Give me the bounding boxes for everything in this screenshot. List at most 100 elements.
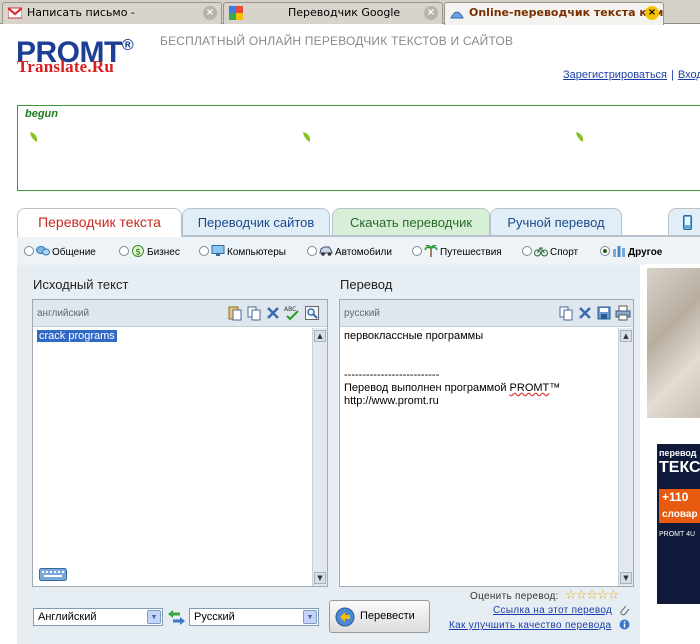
banner-photo [647, 268, 700, 418]
translate-button[interactable]: Перевести [329, 600, 430, 633]
source-title: Исходный текст [33, 277, 129, 292]
radio-button[interactable] [199, 246, 209, 256]
category-travel[interactable]: Путешествия [412, 245, 502, 259]
source-scrollbar[interactable]: ▲ ▼ [312, 328, 327, 586]
category-label: Путешествия [440, 247, 502, 258]
close-icon[interactable]: × [424, 6, 438, 20]
target-text-box[interactable]: русский первоклассные программы --------… [339, 299, 634, 587]
info-icon [619, 619, 630, 630]
radio-button[interactable] [600, 246, 610, 256]
translation-divider: -------------------------- [344, 369, 440, 381]
category-cars[interactable]: Автомобили [307, 245, 392, 259]
category-computers[interactable]: Компьютеры [199, 245, 286, 259]
credit-tm: ™ [549, 382, 561, 394]
target-scrollbar[interactable]: ▲ ▼ [618, 328, 633, 586]
category-other[interactable]: Другое [600, 245, 662, 259]
category-business[interactable]: $ Бизнес [119, 245, 180, 259]
scroll-up-arrow[interactable]: ▲ [314, 330, 326, 342]
leaf-icon [303, 132, 311, 142]
banner-badge-text: словар [662, 509, 698, 520]
browser-tab-gmail[interactable]: Написать письмо - × [2, 2, 222, 24]
browser-tab-title: Online-переводчик текста комп... [469, 6, 664, 19]
scroll-down-arrow[interactable]: ▼ [620, 572, 632, 584]
virtual-keyboard-toggle-icon[interactable] [304, 305, 320, 321]
banner-badge: +110 словар [659, 489, 700, 523]
tab-text-translator[interactable]: Переводчик текста [17, 208, 182, 237]
target-text-area: первоклассные программы ----------------… [344, 330, 615, 408]
radio-button[interactable] [24, 246, 34, 256]
radio-button[interactable] [119, 246, 129, 256]
banner-badge-number: +110 [662, 490, 689, 504]
close-icon[interactable]: × [203, 6, 217, 20]
category-label: Общение [52, 247, 96, 258]
category-label: Компьютеры [227, 247, 286, 258]
to-language-select[interactable]: Русский ▼ [189, 608, 319, 626]
improve-quality-link[interactable]: Как улучшить качество перевода [449, 620, 611, 631]
source-text: crack programs [37, 330, 117, 342]
clear-icon[interactable] [577, 305, 593, 321]
product-banner[interactable]: перевод ТЕКС +110 словар PROMT 4U [645, 264, 700, 644]
browser-tab-google[interactable]: Переводчик Google × [223, 2, 443, 24]
copy-icon[interactable] [558, 305, 574, 321]
copy-icon[interactable] [246, 305, 262, 321]
browser-tab-bar: Написать письмо - × Переводчик Google × … [0, 0, 700, 25]
print-icon[interactable] [615, 305, 631, 321]
leaf-icon [30, 132, 38, 142]
leaf-icon [576, 132, 584, 142]
translation-credit: Перевод выполнен программой PROMT™ [344, 382, 615, 395]
logo-subtitle[interactable]: Translate.Ru [17, 58, 114, 76]
category-sport[interactable]: Спорт [522, 245, 578, 259]
radio-button[interactable] [412, 246, 422, 256]
rating-stars[interactable]: ☆☆☆☆☆ [565, 589, 619, 603]
credit-brand: PROMT [509, 382, 550, 394]
ad-label[interactable]: begun [25, 108, 58, 120]
monitor-icon [211, 245, 225, 256]
browser-tab-title: Написать письмо - [27, 6, 135, 19]
auth-separator: | [671, 69, 674, 81]
radio-button[interactable] [307, 246, 317, 256]
topic-categories: Общение $ Бизнес Компьютеры Автомобили Пу… [17, 237, 700, 265]
chevron-down-icon[interactable]: ▼ [147, 610, 161, 624]
translation-url: http://www.promt.ru [344, 395, 439, 407]
clear-icon[interactable] [265, 305, 281, 321]
banner-text-2: ТЕКС [659, 459, 700, 476]
chevron-down-icon[interactable]: ▼ [303, 610, 317, 624]
paste-icon[interactable] [227, 305, 243, 321]
scroll-down-arrow[interactable]: ▼ [314, 572, 326, 584]
tab-site-translator[interactable]: Переводчик сайтов [182, 208, 330, 236]
banner-text-1: перевод [659, 448, 697, 458]
gmail-icon [8, 7, 22, 19]
promt-icon [450, 11, 464, 19]
credit-prefix: Перевод выполнен программой [344, 382, 510, 394]
rate-translation-label: Оценить перевод: [470, 591, 559, 602]
permalink-link[interactable]: Ссылка на этот перевод [493, 605, 612, 616]
palm-icon [424, 245, 438, 257]
spellcheck-icon[interactable]: ABC [284, 305, 300, 321]
register-link[interactable]: Зарегистрироваться [563, 69, 667, 81]
to-language-value: Русский [194, 611, 235, 623]
source-text-box[interactable]: английский ABC crack programs ▲ ▼ [32, 299, 328, 587]
tab-manual-translation[interactable]: Ручной перевод [490, 208, 622, 236]
login-link[interactable]: Вход [678, 69, 700, 81]
svg-text:$: $ [135, 248, 141, 258]
scroll-up-arrow[interactable]: ▲ [620, 330, 632, 342]
from-language-select[interactable]: Английский ▼ [33, 608, 163, 626]
svg-text:ABC: ABC [284, 306, 296, 313]
category-chat[interactable]: Общение [24, 245, 96, 259]
radio-button[interactable] [522, 246, 532, 256]
source-toolbar: английский ABC [33, 300, 327, 327]
tab-download-translator[interactable]: Скачать переводчик [332, 208, 490, 236]
source-text-area[interactable]: crack programs [37, 330, 309, 343]
category-label: Другое [628, 247, 663, 258]
banner-text-4: PROMT 4U [659, 531, 696, 538]
close-icon[interactable]: × [645, 6, 659, 20]
car-icon [319, 246, 333, 256]
source-lang-label: английский [37, 308, 90, 319]
google-icon [229, 6, 243, 20]
keyboard-icon[interactable] [39, 568, 67, 581]
swap-languages-icon[interactable] [167, 609, 186, 626]
save-icon[interactable] [596, 305, 612, 321]
browser-tab-promt[interactable]: Online-переводчик текста комп... × [444, 2, 664, 25]
tab-mobile[interactable] [668, 208, 700, 236]
paperclip-icon [620, 605, 630, 616]
